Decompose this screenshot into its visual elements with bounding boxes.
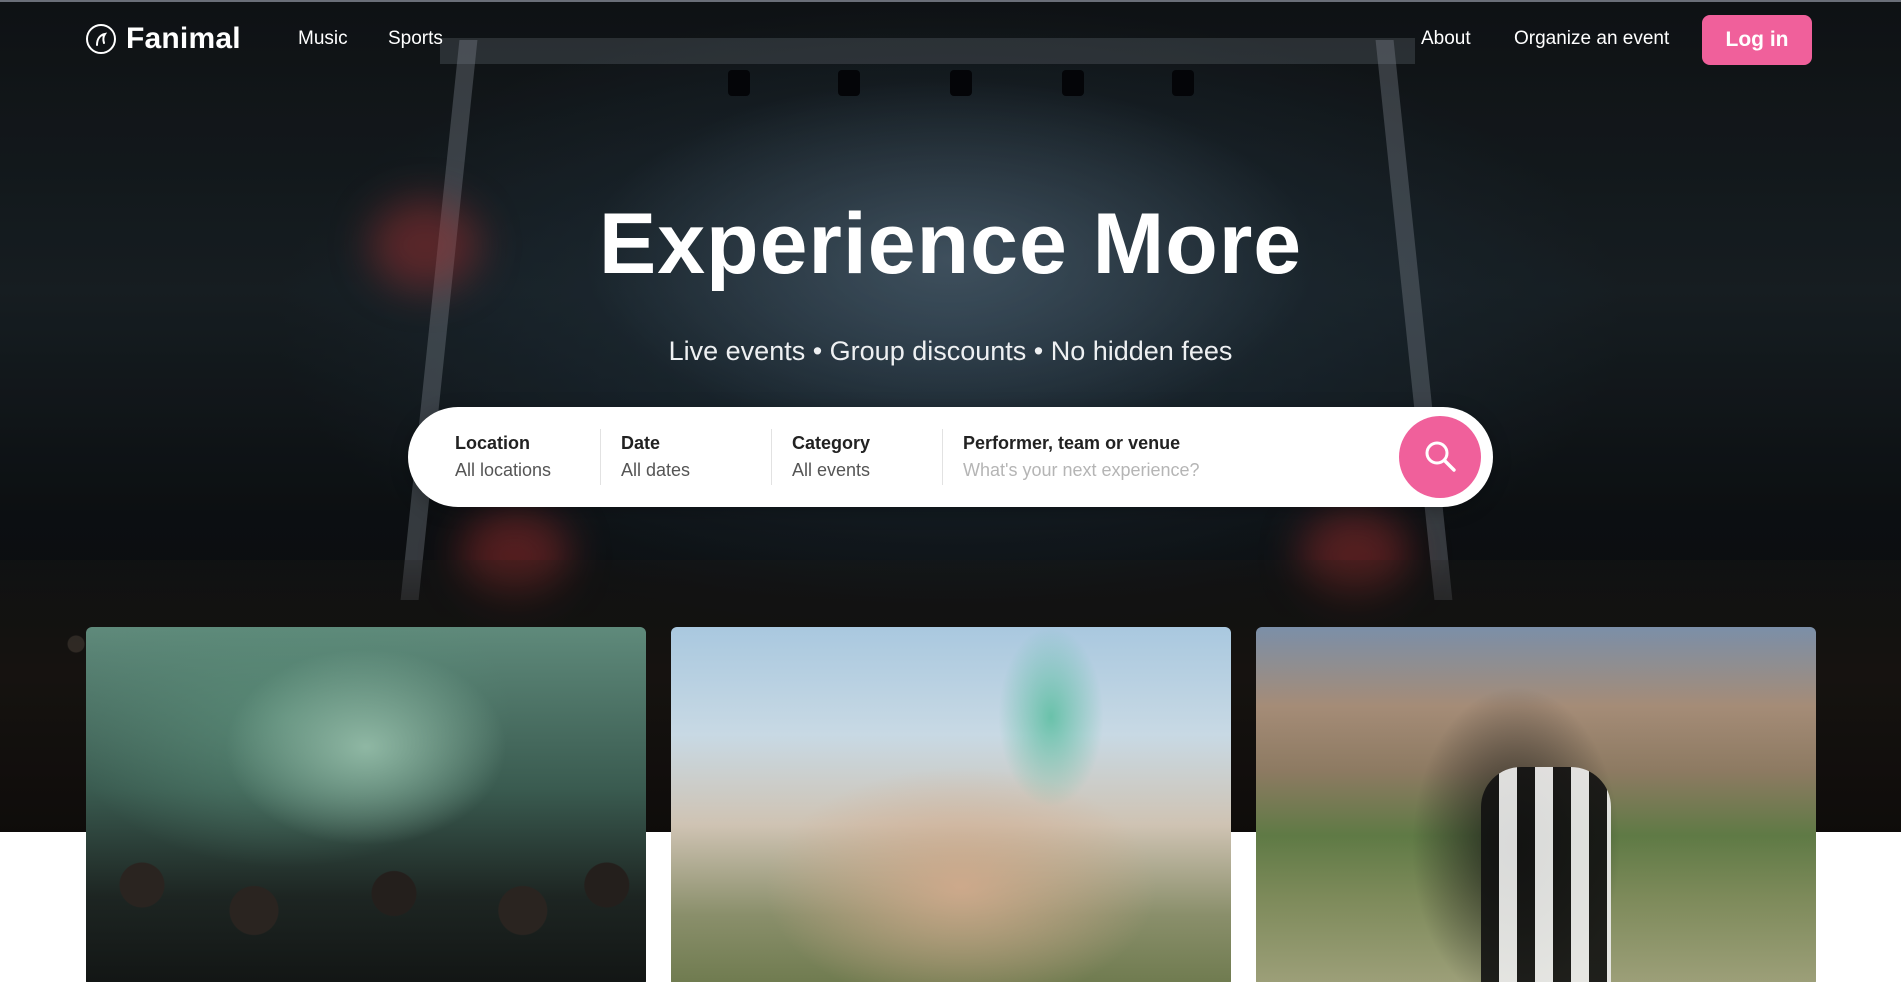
brand-logo[interactable]: Fanimal [86,22,241,56]
category-filter[interactable]: Category All events [792,429,942,485]
search-icon [1423,439,1457,476]
search-bar: Location All locations Date All dates Ca… [408,407,1493,507]
performer-search: Performer, team or venue [963,429,1363,485]
hero-title: Experience More [598,196,1303,292]
event-card-sports[interactable] [1256,627,1816,982]
nav-link-about[interactable]: About [1421,28,1471,50]
category-value: All events [792,460,871,480]
nav-link-organize-event[interactable]: Organize an event [1514,28,1669,50]
date-label: Date [621,433,661,453]
category-label: Category [792,433,871,453]
login-button[interactable]: Log in [1702,15,1812,65]
search-divider [771,429,772,485]
performer-label: Performer, team or venue [963,433,1181,453]
search-button[interactable] [1399,416,1481,498]
location-label: Location [455,433,530,453]
brand-name: Fanimal [126,22,241,55]
performer-search-input[interactable] [963,460,1343,481]
nav-link-music[interactable]: Music [298,28,348,50]
event-card-concert[interactable] [86,627,646,982]
top-nav: Fanimal Music Sports About Organize an e… [0,0,1901,80]
search-divider [600,429,601,485]
event-card-festival[interactable] [671,627,1231,982]
date-value: All dates [621,460,691,480]
fanimal-logo-icon [86,24,116,54]
date-filter[interactable]: Date All dates [621,429,771,485]
nav-link-sports[interactable]: Sports [388,28,443,50]
hero-subtitle: Live events • Group discounts • No hidde… [668,336,1233,366]
location-filter[interactable]: Location All locations [455,429,600,485]
search-divider [942,429,943,485]
location-value: All locations [455,460,552,480]
